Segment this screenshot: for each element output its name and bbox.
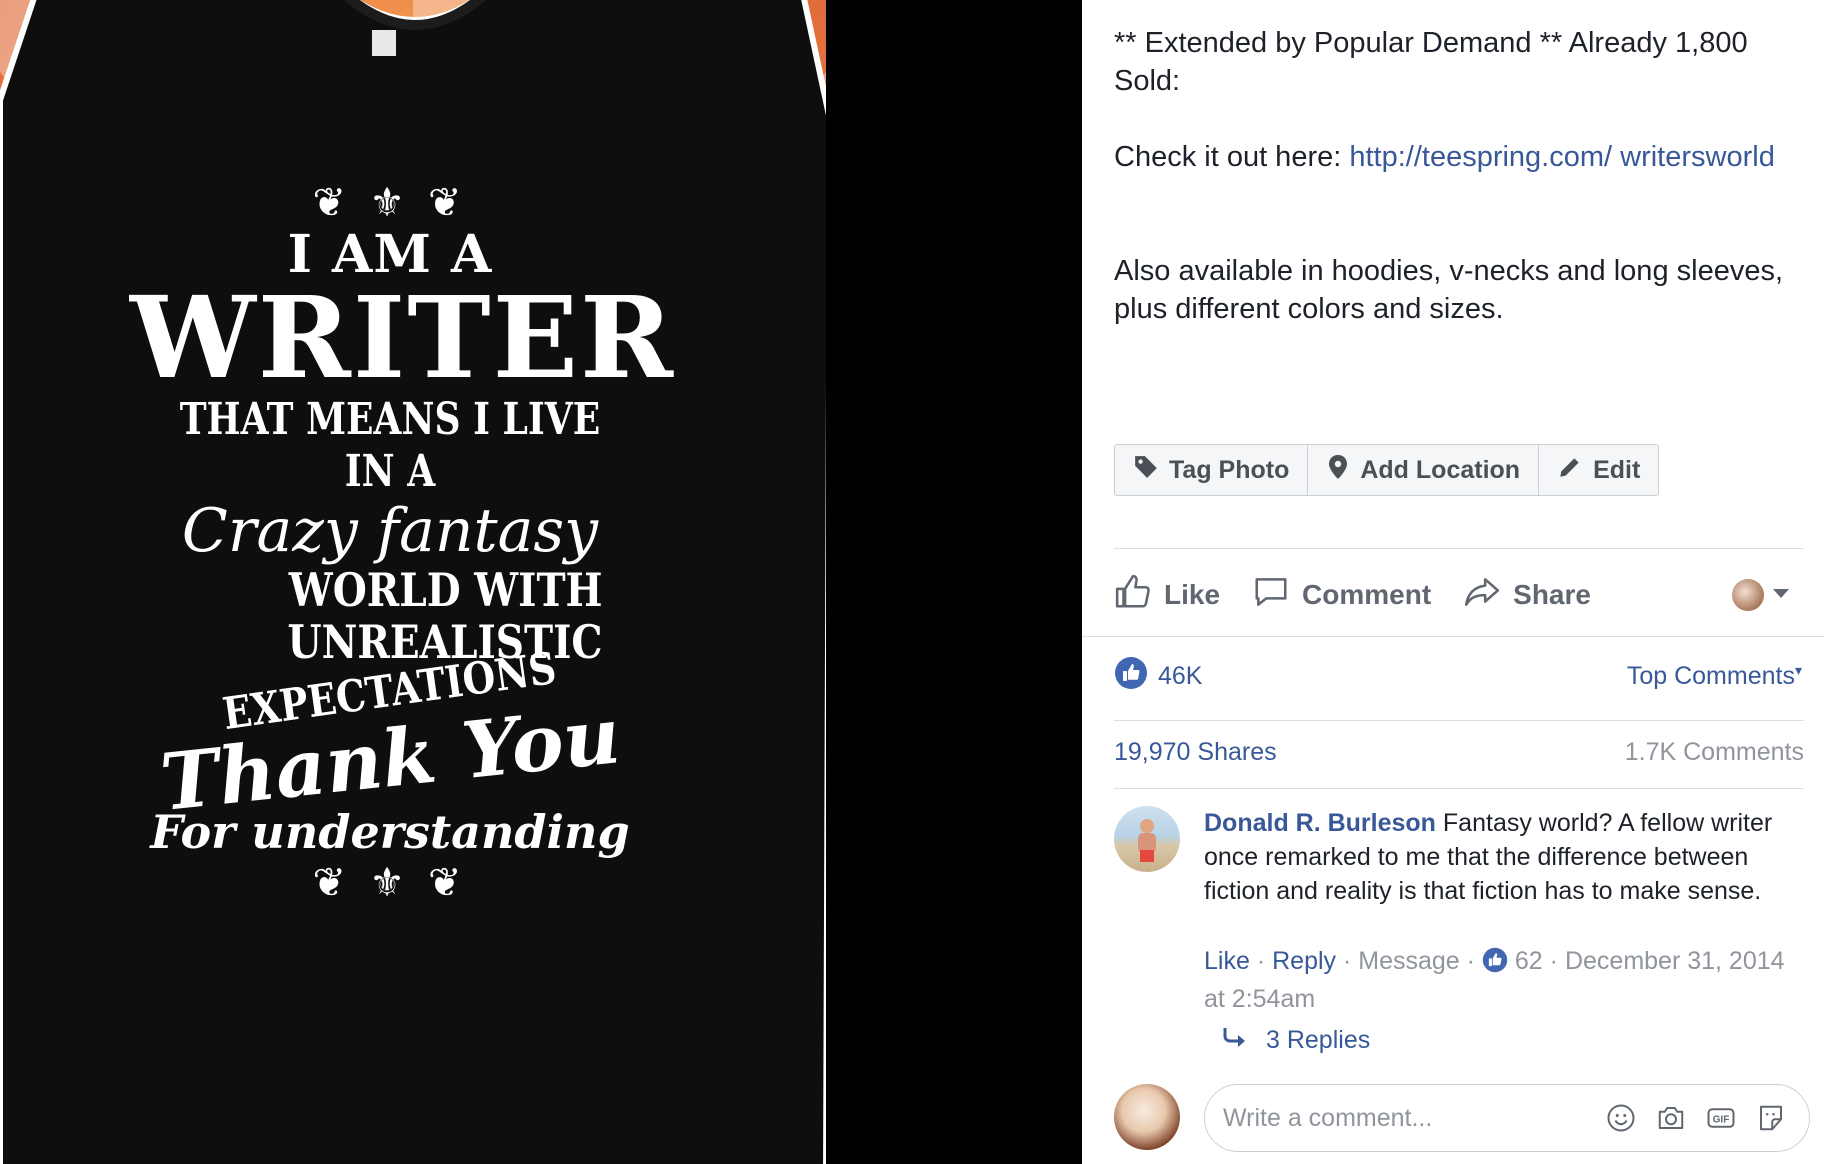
tag-icon — [1133, 454, 1159, 487]
separator: · — [1256, 947, 1273, 975]
post-details-panel: ** Extended by Popular Demand ** Already… — [1082, 0, 1824, 1164]
photo-action-bar: Tag Photo Add Location Edit — [1114, 444, 1660, 496]
chevron-down-icon — [1772, 586, 1790, 604]
shirt-line-writer: WRITER — [130, 273, 676, 404]
comments-count[interactable]: 1.7K Comments — [1625, 738, 1804, 767]
view-replies-link[interactable]: 3 Replies — [1222, 1026, 1370, 1055]
comment-like-count[interactable]: 62 — [1515, 947, 1543, 975]
comment-message-link[interactable]: Message — [1358, 947, 1459, 975]
shirt-line-crazy-fantasy: Crazy fantasy — [181, 496, 599, 566]
divider — [1114, 720, 1804, 721]
composer-icons: GIF — [1605, 1102, 1787, 1134]
like-label: Like — [1164, 579, 1221, 610]
sticker-icon[interactable] — [1755, 1102, 1787, 1134]
separator: · — [1549, 947, 1565, 975]
photo-letterbox — [826, 0, 1082, 1164]
post-checkout-line: Check it out here: http://teespring.com/… — [1114, 138, 1804, 176]
share-button[interactable]: Share — [1463, 573, 1591, 618]
camera-icon[interactable] — [1655, 1102, 1687, 1134]
speech-bubble-icon — [1252, 573, 1290, 618]
shares-count[interactable]: 19,970 Shares — [1114, 738, 1277, 767]
like-reaction-icon — [1482, 947, 1508, 982]
comment-button[interactable]: Comment — [1252, 573, 1431, 618]
engagement-counts: 19,970 Shares 1.7K Comments — [1114, 738, 1804, 767]
share-label: Share — [1513, 579, 1591, 610]
reply-arrow-icon — [1222, 1026, 1248, 1055]
divider — [1114, 788, 1804, 789]
comment-author[interactable]: Donald R. Burleson — [1204, 809, 1436, 837]
post-as-selector[interactable] — [1732, 579, 1790, 611]
reaction-summary[interactable]: 46K — [1114, 656, 1202, 697]
like-reaction-icon — [1114, 656, 1148, 697]
post-photo[interactable]: ❦ ⚜ ❦ I AM A WRITER THAT MEANS I LIVE IN… — [0, 0, 826, 1164]
gif-icon[interactable]: GIF — [1705, 1102, 1737, 1134]
comment-label: Comment — [1302, 579, 1432, 610]
comment-reply-link[interactable]: Reply — [1272, 947, 1336, 975]
ornament-top: ❦ ⚜ ❦ — [312, 181, 468, 225]
pencil-icon — [1557, 454, 1583, 487]
shirt-line-world-with: WORLD WITH — [288, 563, 603, 617]
share-arrow-icon — [1463, 573, 1501, 618]
edit-button[interactable]: Edit — [1539, 445, 1658, 495]
separator: · — [1466, 947, 1482, 975]
tag-photo-label: Tag Photo — [1169, 455, 1290, 484]
ornament-bottom: ❦ ⚜ ❦ — [312, 861, 468, 905]
replies-count: 3 Replies — [1266, 1026, 1371, 1054]
comment-sort-dropdown[interactable]: Top Comments▾ — [1627, 662, 1802, 691]
comment-like-link[interactable]: Like — [1204, 947, 1250, 975]
commenter-avatar[interactable] — [1114, 806, 1180, 872]
post-headline: ** Extended by Popular Demand ** Already… — [1114, 27, 1748, 97]
shirt-line-that-means: THAT MEANS I LIVE IN A — [179, 394, 601, 497]
checkout-prefix: Check it out here: — [1114, 141, 1350, 173]
tag-photo-button[interactable]: Tag Photo — [1115, 445, 1309, 495]
add-location-button[interactable]: Add Location — [1308, 445, 1540, 495]
separator: · — [1342, 947, 1359, 975]
comment-input[interactable] — [1205, 1102, 1585, 1134]
comment-input-box: GIF — [1204, 1084, 1810, 1152]
comment-body: Donald R. Burleson Fantasy world? A fell… — [1204, 806, 1794, 908]
caret-down-icon: ▾ — [1794, 662, 1802, 678]
edit-label: Edit — [1593, 455, 1641, 484]
like-button[interactable]: Like — [1114, 573, 1220, 618]
reaction-count: 46K — [1158, 662, 1203, 690]
post-action-row: Like Comment Share — [1114, 570, 1804, 620]
divider — [1114, 548, 1804, 549]
user-avatar — [1114, 1084, 1180, 1150]
shirt-print: ❦ ⚜ ❦ I AM A WRITER THAT MEANS I LIVE IN… — [130, 180, 676, 906]
comment-sort-label: Top Comments — [1626, 662, 1795, 690]
divider — [1082, 636, 1824, 637]
comment-meta: Like · Reply · Message · 62 · December 3… — [1204, 944, 1804, 1016]
thumbs-up-icon — [1114, 573, 1152, 618]
add-location-label: Add Location — [1360, 455, 1521, 484]
location-pin-icon — [1326, 454, 1350, 487]
post-availability: Also available in hoodies, v-necks and l… — [1114, 255, 1784, 325]
page-avatar — [1732, 579, 1764, 611]
smiley-icon[interactable] — [1605, 1102, 1637, 1134]
svg-text:GIF: GIF — [1713, 1114, 1730, 1125]
teespring-link[interactable]: http://teespring.com/ writersworld — [1349, 141, 1774, 173]
